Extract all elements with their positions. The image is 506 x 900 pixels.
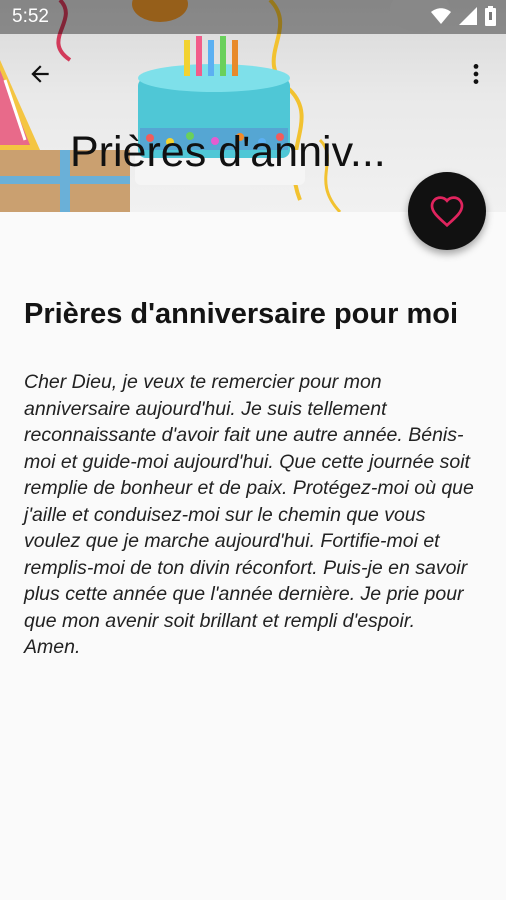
more-options-button[interactable] [454, 52, 498, 96]
more-vert-icon [473, 64, 479, 84]
article-content: Prières d'anniversaire pour moi Cher Die… [24, 296, 474, 661]
wifi-icon [431, 8, 451, 24]
heart-icon [430, 196, 464, 228]
favorite-button[interactable] [408, 172, 486, 250]
toolbar-title: Prières d'anniv... [70, 128, 386, 176]
back-button[interactable] [18, 52, 62, 96]
battery-icon [485, 6, 496, 26]
article-title: Prières d'anniversaire pour moi [24, 298, 459, 330]
status-icons [431, 6, 496, 26]
article-body: Cher Dieu, je veux te remercier pour mon… [24, 371, 474, 658]
status-bar: 5:52 [0, 0, 506, 34]
back-arrow-icon [31, 65, 49, 83]
status-time: 5:52 [12, 6, 49, 27]
signal-icon [459, 7, 477, 25]
